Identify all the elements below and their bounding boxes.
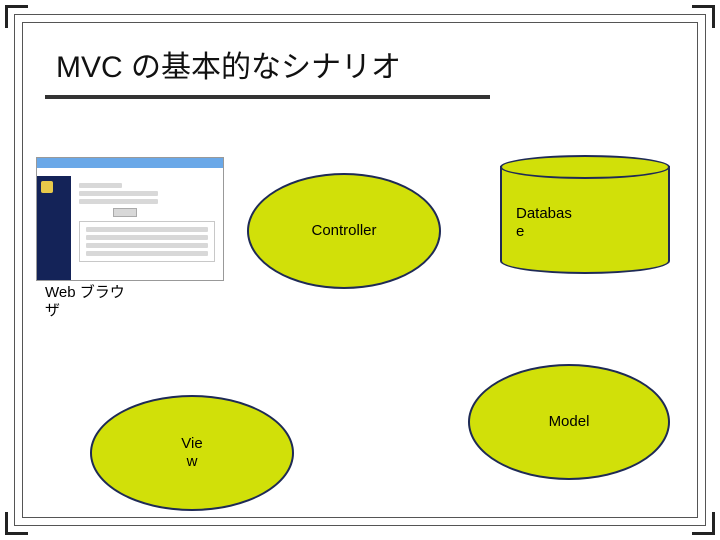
controller-label: Controller xyxy=(311,222,376,240)
controller-node: Controller xyxy=(247,173,441,289)
corner-br xyxy=(692,512,715,535)
view-label: Vie w xyxy=(181,435,202,471)
corner-bl xyxy=(5,512,28,535)
corner-tl xyxy=(5,5,28,28)
slide-title: MVC の基本的なシナリオ xyxy=(56,42,401,86)
corner-tr xyxy=(692,5,715,28)
database-node: Databas e xyxy=(500,155,670,275)
title-underline xyxy=(45,95,490,99)
web-browser-label: Web ブラウ ザ xyxy=(45,284,125,320)
model-label: Model xyxy=(549,413,590,431)
model-node: Model xyxy=(468,364,670,480)
view-node: Vie w xyxy=(90,395,294,511)
database-label: Databas e xyxy=(516,205,572,241)
slide: MVC の基本的なシナリオ Web ブラウ ザ Controller Datab… xyxy=(0,0,720,540)
web-browser-screenshot xyxy=(36,157,224,281)
